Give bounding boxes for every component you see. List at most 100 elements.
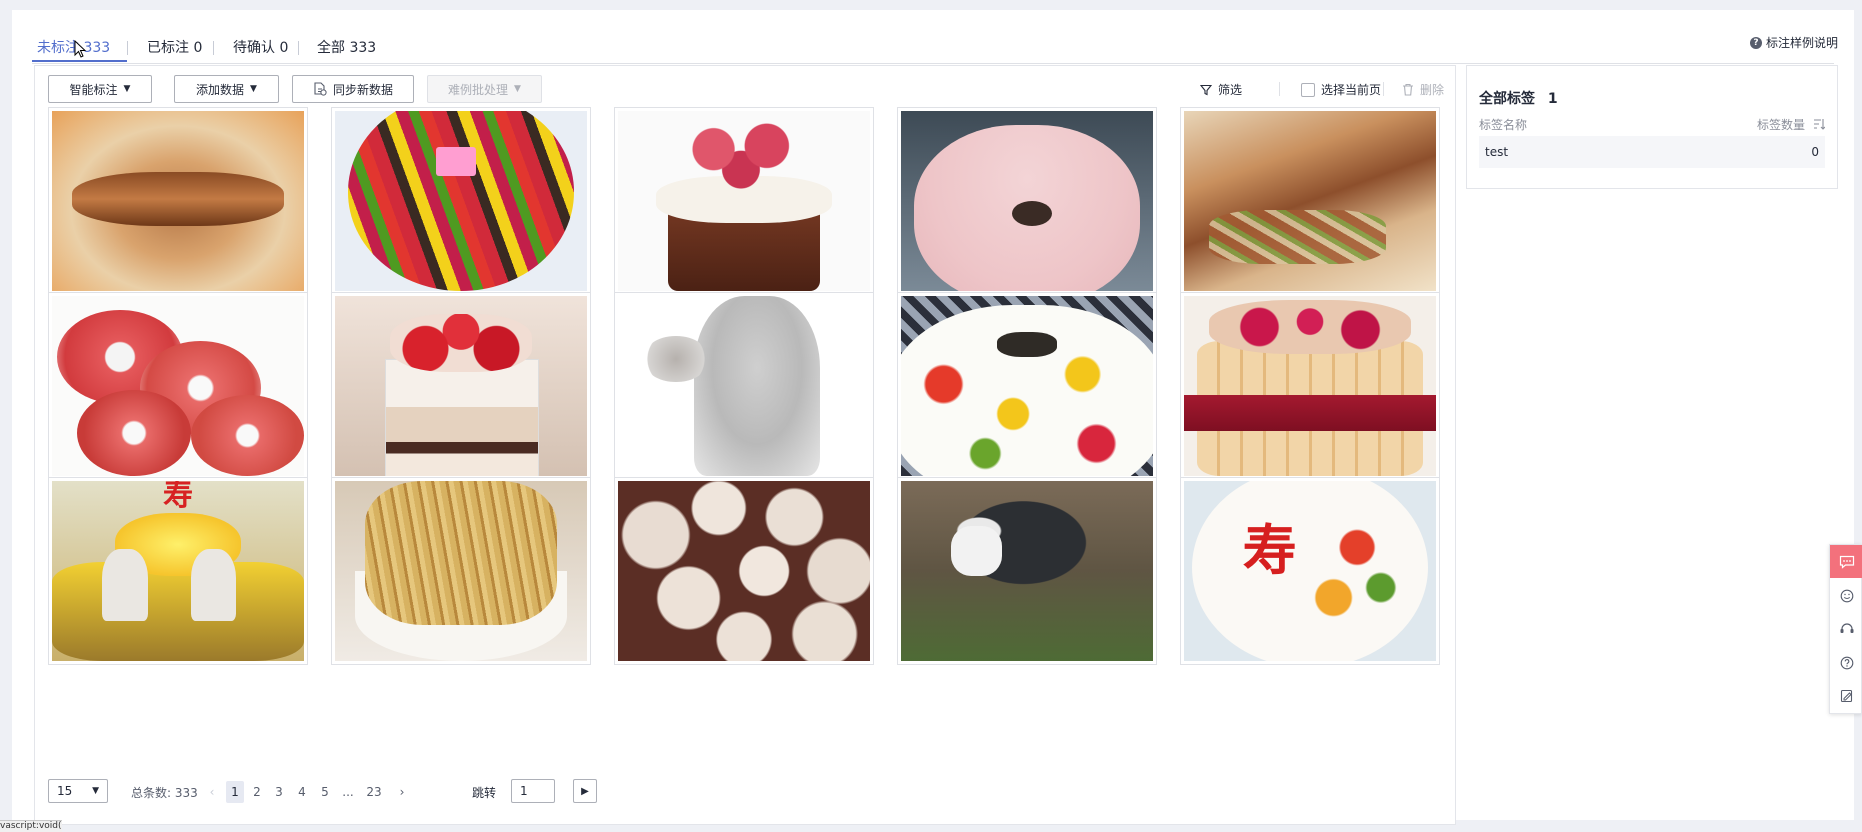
- label-count: 0: [1811, 145, 1819, 159]
- image-card[interactable]: [897, 477, 1157, 665]
- image-thumbnail-red-donuts: [52, 296, 304, 476]
- image-thumbnail-roujiamo: [52, 111, 304, 291]
- image-card[interactable]: [897, 107, 1157, 295]
- total-count: 总条数: 333: [131, 786, 198, 800]
- image-thumbnail-longevity-cake: 寿: [1184, 481, 1436, 661]
- page-size-value: 15: [57, 784, 73, 798]
- image-thumbnail-pink-cake: [901, 111, 1153, 291]
- sync-data-button[interactable]: 同步新数据: [292, 75, 414, 103]
- question-icon: ?: [1749, 36, 1762, 49]
- image-thumbnail-kitten: [618, 296, 870, 476]
- delete-label: 删除: [1420, 83, 1445, 97]
- filter-icon: [1200, 84, 1212, 95]
- smiley-icon: [1840, 589, 1853, 602]
- image-thumbnail-raspberry-cupcake: [618, 111, 870, 291]
- toolbar-divider: [1279, 82, 1280, 96]
- hard-case-batch-button[interactable]: 难例批处理 ▼: [427, 75, 542, 103]
- image-card[interactable]: [331, 107, 591, 295]
- image-card[interactable]: [897, 292, 1157, 480]
- image-card[interactable]: [614, 107, 874, 295]
- play-icon: ▶: [581, 785, 589, 797]
- page-number-last[interactable]: 23: [365, 781, 383, 803]
- add-data-button[interactable]: 添加数据 ▼: [174, 75, 279, 103]
- chat-feedback-button[interactable]: [1830, 545, 1862, 578]
- jump-page-input[interactable]: 1: [511, 779, 555, 803]
- label-name: test: [1485, 145, 1509, 159]
- jump-go-button[interactable]: ▶: [573, 779, 597, 803]
- add-data-label: 添加数据: [196, 82, 245, 97]
- image-thumbnail-fruit-cake: [335, 111, 587, 291]
- label-count-column-header: 标签数量: [1756, 118, 1805, 132]
- toolbar-divider: [1383, 82, 1384, 96]
- headset-icon: [1840, 622, 1853, 633]
- select-page-checkbox[interactable]: [1301, 82, 1315, 97]
- delete-button[interactable]: 删除: [1402, 81, 1444, 98]
- image-card[interactable]: [331, 292, 591, 480]
- tab-labeled[interactable]: 已标注 0: [147, 37, 202, 57]
- status-tabs: 未标注 333 已标注 0 待确认 0 全部 333: [32, 29, 1834, 64]
- help-button[interactable]: [1830, 646, 1862, 679]
- image-card[interactable]: 寿: [1180, 477, 1440, 665]
- image-thumbnail-raspberry-charlotte: [1184, 296, 1436, 476]
- filter-label: 筛选: [1218, 83, 1243, 97]
- page-number-4[interactable]: 4: [293, 781, 311, 803]
- chat-bubble-icon: [1839, 555, 1854, 569]
- sync-data-label: 同步新数据: [332, 82, 393, 97]
- image-thumbnail-dog: [901, 481, 1153, 661]
- tab-all[interactable]: 全部 333: [317, 37, 376, 57]
- active-tab-indicator: [32, 60, 127, 62]
- sort-icon[interactable]: [1813, 118, 1825, 130]
- sync-document-icon: [314, 82, 327, 96]
- all-labels-count: 1: [1547, 91, 1558, 107]
- edit-feedback-button[interactable]: [1830, 679, 1862, 712]
- image-thumbnail-noodles: [335, 481, 587, 661]
- image-card[interactable]: [48, 292, 308, 480]
- image-thumbnail-fruit-cream-cake: [901, 296, 1153, 476]
- caret-down-icon: ▼: [92, 786, 99, 796]
- smart-label-label: 智能标注: [69, 82, 118, 97]
- image-card[interactable]: [331, 477, 591, 665]
- page-ellipsis[interactable]: ...: [339, 781, 357, 803]
- tab-pending[interactable]: 待确认 0: [233, 37, 288, 57]
- caret-down-icon: ▼: [123, 84, 131, 94]
- image-thumbnail-roujiamo-2: [1184, 111, 1436, 291]
- page-number-5[interactable]: 5: [316, 781, 334, 803]
- filter-button[interactable]: 筛选: [1200, 81, 1242, 98]
- image-card[interactable]: 寿: [48, 477, 308, 665]
- hard-case-label: 难例批处理: [448, 82, 509, 97]
- pagination-bar: 15 ▼ 总条数: 333 ‹ 1 2 3 4 5 ... 23 › 跳转 1 …: [35, 778, 1455, 808]
- page-size-select[interactable]: 15 ▼: [48, 779, 108, 803]
- image-card[interactable]: [48, 107, 308, 295]
- select-current-page[interactable]: 选择当前页: [1301, 81, 1381, 98]
- label-example-help-link[interactable]: ? 标注样例说明: [1749, 34, 1838, 51]
- customer-service-button[interactable]: [1830, 612, 1862, 645]
- jump-label: 跳转: [472, 786, 497, 800]
- trash-icon: [1403, 83, 1413, 96]
- page-container: 未标注 333 已标注 0 待确认 0 全部 333 ? 标注样例说明 智能标注…: [12, 10, 1854, 825]
- image-card[interactable]: [614, 292, 874, 480]
- floating-side-toolbar: [1829, 544, 1862, 714]
- image-card[interactable]: [1180, 107, 1440, 295]
- tab-divider: [298, 41, 299, 55]
- label-name-column-header: 标签名称: [1479, 118, 1528, 132]
- page-number-2[interactable]: 2: [248, 781, 266, 803]
- smart-label-button[interactable]: 智能标注 ▼: [48, 75, 152, 103]
- page-number-1[interactable]: 1: [226, 781, 244, 803]
- question-circle-icon: [1840, 656, 1853, 669]
- all-labels-title: 全部标签: [1479, 91, 1535, 107]
- select-page-label: 选择当前页: [1321, 83, 1382, 97]
- caret-down-icon: ▼: [250, 84, 257, 94]
- page-number-3[interactable]: 3: [270, 781, 288, 803]
- help-link-label: 标注样例说明: [1765, 36, 1838, 50]
- image-card[interactable]: [614, 477, 874, 665]
- prev-page-icon[interactable]: ‹: [203, 781, 221, 803]
- image-card[interactable]: [1180, 292, 1440, 480]
- next-page-icon[interactable]: ›: [393, 781, 411, 803]
- edit-note-icon: [1840, 689, 1852, 702]
- smiley-feedback-button[interactable]: [1830, 579, 1862, 612]
- image-thumbnail-strawberry-dessert-cup: [335, 296, 587, 476]
- label-panel-title: 全部标签 1: [1479, 88, 1558, 108]
- tab-divider: [213, 41, 214, 55]
- label-row[interactable]: test 0: [1479, 136, 1825, 168]
- image-list-panel: 智能标注 ▼ 添加数据 ▼ 同步新数据 难例批处理 ▼ 筛选 选择当前页 删除 …: [34, 65, 1456, 825]
